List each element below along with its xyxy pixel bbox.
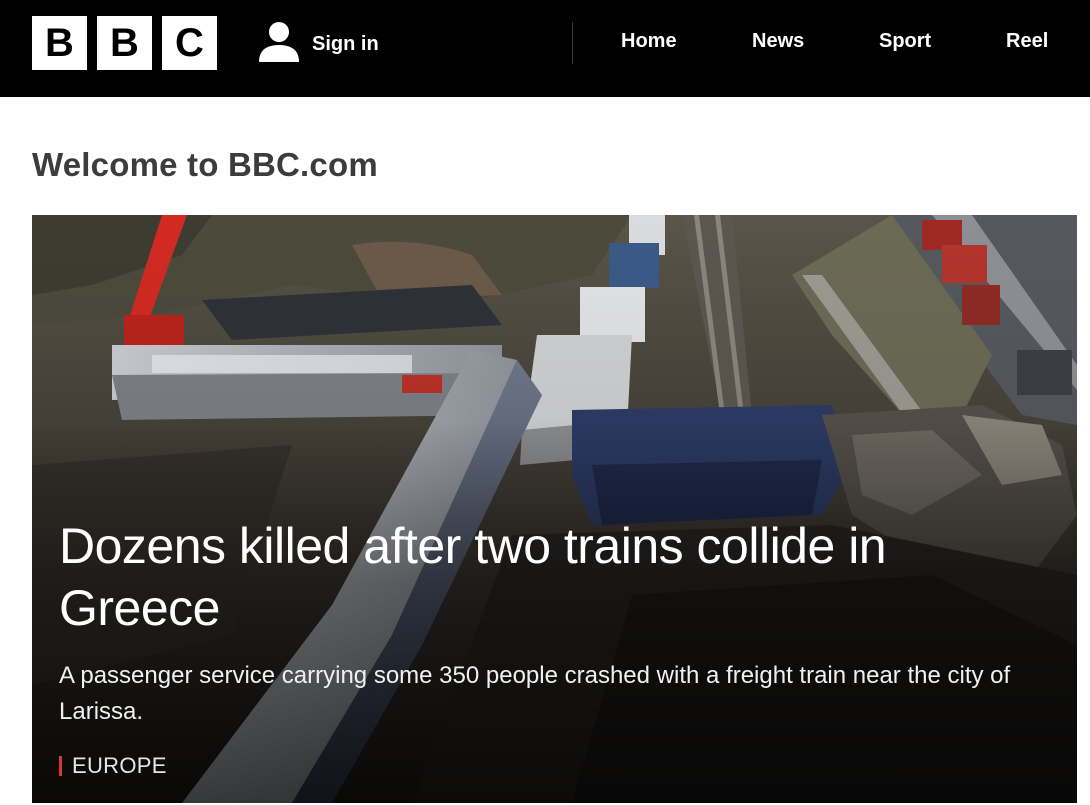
top-navigation-bar: B B C Sign in Home News Sport Reel [0,0,1090,97]
nav-item-reel[interactable]: Reel [1006,30,1048,53]
tag-accent-bar [59,756,62,776]
tag-label: EUROPE [72,753,167,778]
section-tag-europe[interactable]: EUROPE [59,753,167,779]
page-title: Welcome to BBC.com [32,146,378,183]
hero-headline[interactable]: Dozens killed after two trains collide i… [59,515,1059,639]
hero-story-card[interactable]: Dozens killed after two trains collide i… [32,215,1077,803]
hero-summary: A passenger service carrying some 350 pe… [59,662,1011,725]
main-nav: Home News Sport Reel [0,30,1090,60]
nav-item-sport[interactable]: Sport [879,30,931,53]
nav-item-news[interactable]: News [752,30,804,53]
nav-item-home[interactable]: Home [621,30,677,53]
